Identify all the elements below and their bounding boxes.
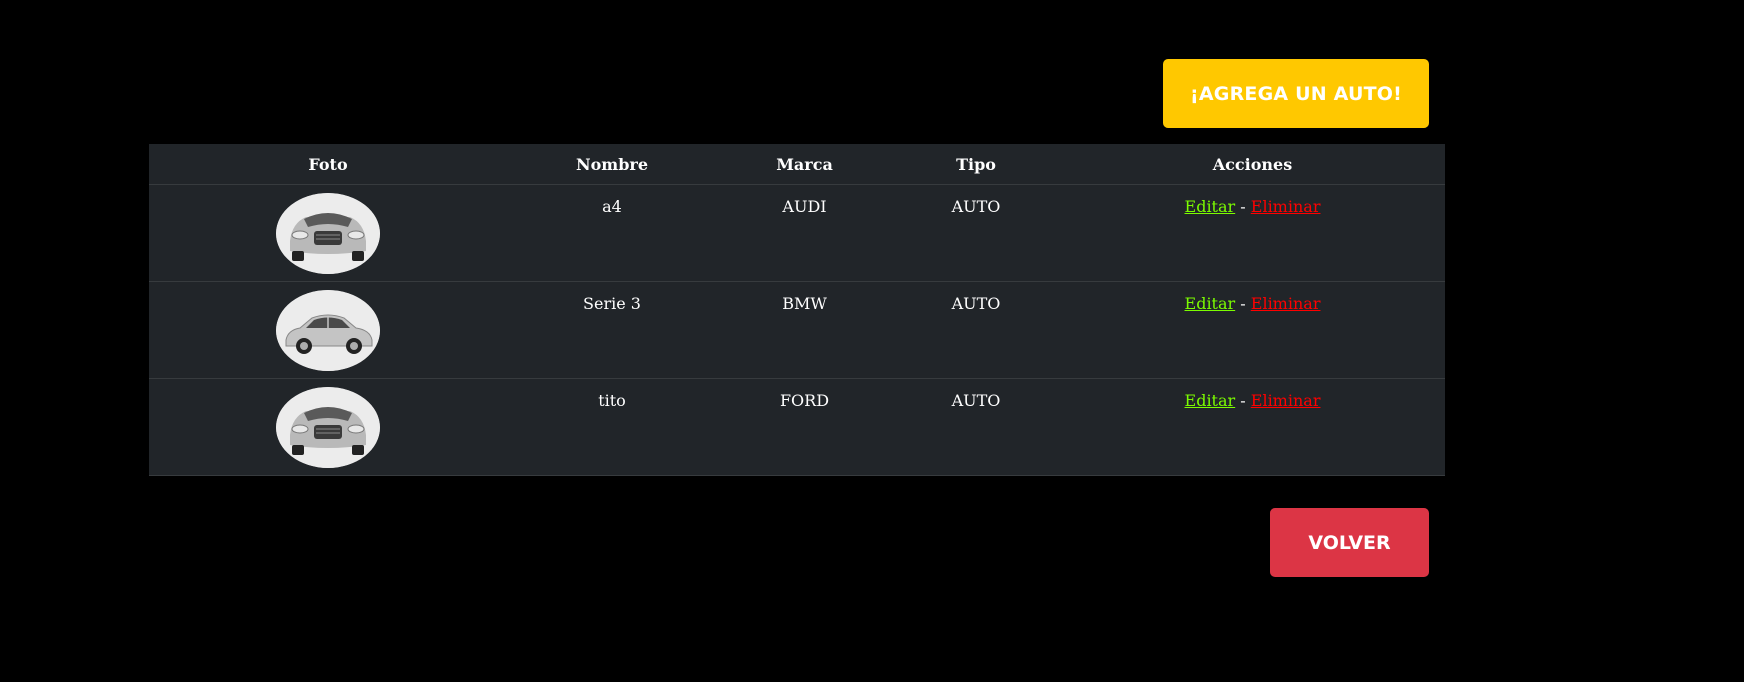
- header-marca: Marca: [717, 144, 892, 185]
- cell-tipo: AUTO: [892, 184, 1060, 282]
- edit-link[interactable]: Editar: [1185, 197, 1236, 216]
- delete-link[interactable]: Eliminar: [1251, 294, 1321, 313]
- cell-acciones: Editar - Eliminar: [1060, 378, 1445, 476]
- cell-acciones: Editar - Eliminar: [1060, 281, 1445, 379]
- header-nombre: Nombre: [507, 144, 717, 185]
- cell-marca: BMW: [717, 281, 892, 379]
- header-foto: Foto: [149, 144, 507, 185]
- cell-tipo: AUTO: [892, 378, 1060, 476]
- action-separator: -: [1240, 294, 1246, 313]
- cell-marca: FORD: [717, 378, 892, 476]
- action-separator: -: [1240, 391, 1246, 410]
- car-side-icon: [276, 290, 380, 371]
- edit-link[interactable]: Editar: [1185, 391, 1236, 410]
- cell-nombre: Serie 3: [507, 281, 717, 379]
- edit-link[interactable]: Editar: [1185, 294, 1236, 313]
- table-row: Serie 3 BMW AUTO Editar - Eliminar: [149, 281, 1445, 379]
- cell-acciones: Editar - Eliminar: [1060, 184, 1445, 282]
- cars-table: Foto Nombre Marca Tipo Acciones a4 AUDI …: [149, 144, 1445, 476]
- car-front-icon: [276, 193, 380, 274]
- cell-nombre: tito: [507, 378, 717, 476]
- cell-tipo: AUTO: [892, 281, 1060, 379]
- car-front-icon: [276, 387, 380, 468]
- table-row: a4 AUDI AUTO Editar - Eliminar: [149, 184, 1445, 282]
- cell-marca: AUDI: [717, 184, 892, 282]
- header-tipo: Tipo: [892, 144, 1060, 185]
- table-header-row: Foto Nombre Marca Tipo Acciones: [149, 144, 1445, 185]
- delete-link[interactable]: Eliminar: [1251, 197, 1321, 216]
- back-button[interactable]: VOLVER: [1270, 508, 1429, 577]
- header-acciones: Acciones: [1060, 144, 1445, 185]
- delete-link[interactable]: Eliminar: [1251, 391, 1321, 410]
- action-separator: -: [1240, 197, 1246, 216]
- cell-nombre: a4: [507, 184, 717, 282]
- table-row: tito FORD AUTO Editar - Eliminar: [149, 378, 1445, 476]
- add-car-button[interactable]: ¡AGREGA UN AUTO!: [1163, 59, 1429, 128]
